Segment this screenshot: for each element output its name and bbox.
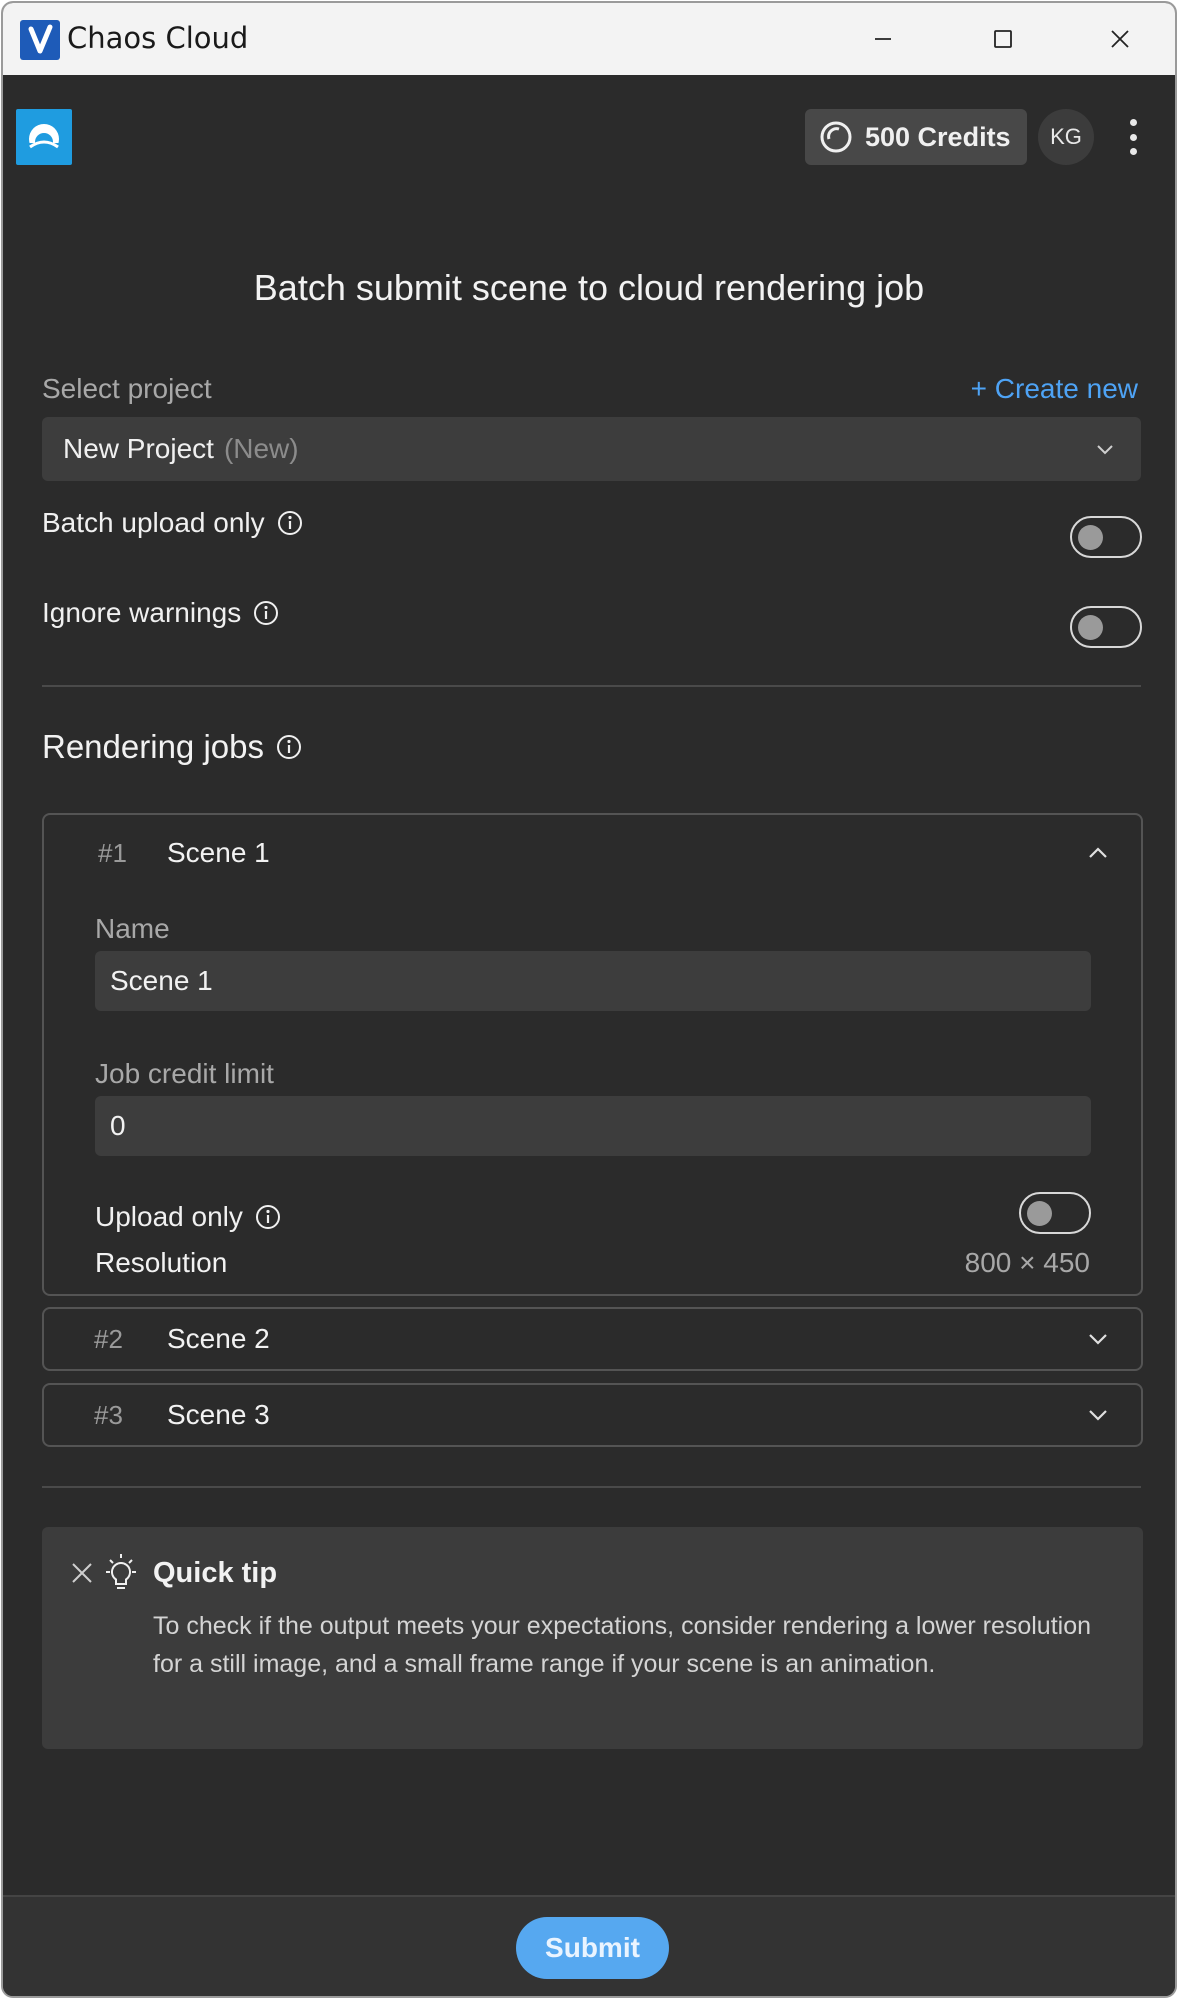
job-number: #2: [94, 1323, 123, 1354]
page-title: Batch submit scene to cloud rendering jo…: [253, 267, 925, 308]
select-project-label: Select project: [42, 373, 212, 404]
info-icon[interactable]: [277, 510, 303, 536]
main-content: 500 Credits KG Batch submit scene to clo…: [3, 75, 1175, 1996]
toggle-knob: [1027, 1201, 1052, 1226]
close-icon: [1111, 30, 1129, 48]
app-icon: [20, 20, 60, 60]
more-vertical-icon[interactable]: [1121, 115, 1145, 159]
maximize-button[interactable]: [975, 3, 1031, 75]
chaos-logo-icon[interactable]: [16, 109, 72, 165]
batch-upload-only-toggle[interactable]: [1070, 516, 1142, 558]
job-name: Scene 2: [167, 1323, 270, 1354]
job-name-input[interactable]: Scene 1: [95, 951, 1091, 1011]
resolution-label: Resolution: [95, 1247, 228, 1278]
quick-tip-panel: Quick tip To check if the output meets y…: [42, 1527, 1143, 1749]
project-selected-value: New Project: [63, 433, 214, 464]
chevron-down-icon[interactable]: [1085, 1402, 1111, 1428]
credits-badge[interactable]: 500 Credits: [805, 109, 1027, 165]
divider: [42, 1486, 1141, 1488]
info-icon[interactable]: [255, 1204, 281, 1230]
window-title: Chaos Cloud: [67, 21, 249, 55]
job-number: #3: [94, 1399, 123, 1430]
job-name: Scene 1: [167, 837, 270, 868]
batch-upload-only-row: Batch upload only: [42, 507, 303, 539]
close-icon[interactable]: [70, 1561, 94, 1585]
toggle-knob: [1078, 615, 1103, 640]
info-icon[interactable]: [253, 600, 279, 626]
rendering-jobs-title: Rendering jobs: [42, 728, 302, 766]
chevron-down-icon[interactable]: [1085, 1326, 1111, 1352]
ignore-warnings-label: Ignore warnings: [42, 597, 242, 628]
credits-icon: [820, 121, 852, 153]
job-panel-3[interactable]: #3 Scene 3: [42, 1383, 1143, 1447]
resolution-value: 800 × 450: [964, 1247, 1090, 1278]
batch-upload-only-label: Batch upload only: [42, 507, 265, 538]
info-icon[interactable]: [276, 734, 302, 760]
app-window: Chaos Cloud 500 Credits KG Batch submit …: [1, 1, 1177, 1998]
credits-label: 500 Credits: [865, 121, 1011, 152]
ignore-warnings-row: Ignore warnings: [42, 597, 279, 629]
title-bar: Chaos Cloud: [3, 3, 1175, 75]
job-number: #1: [98, 837, 127, 868]
job-header-1[interactable]: #1 Scene 1: [44, 823, 1141, 883]
job-panel-2[interactable]: #2 Scene 2: [42, 1307, 1143, 1371]
job-credit-limit-input[interactable]: 0: [95, 1096, 1091, 1156]
job-panel-1: #1 Scene 1 Name Scene 1 Job credit limit…: [42, 813, 1143, 1296]
minimize-icon: [875, 38, 891, 40]
upload-only-row: Upload only: [95, 1201, 281, 1233]
maximize-icon: [994, 30, 1012, 48]
toggle-knob: [1078, 525, 1103, 550]
job-header-3[interactable]: #3 Scene 3: [44, 1385, 1141, 1445]
job-name-label: Name: [95, 913, 170, 944]
avatar[interactable]: KG: [1038, 109, 1094, 165]
footer: Submit: [3, 1895, 1175, 1996]
rendering-jobs-label: Rendering jobs: [42, 728, 264, 765]
job-credit-limit-label: Job credit limit: [95, 1058, 274, 1089]
upload-only-label: Upload only: [95, 1201, 243, 1232]
upload-only-toggle[interactable]: [1019, 1192, 1091, 1234]
job-name: Scene 3: [167, 1399, 270, 1430]
submit-button[interactable]: Submit: [516, 1917, 669, 1979]
divider: [42, 685, 1141, 687]
minimize-button[interactable]: [855, 3, 911, 75]
chevron-down-icon: [1097, 445, 1113, 455]
project-new-tag: (New): [223, 433, 299, 464]
project-select[interactable]: New Project (New): [42, 417, 1141, 481]
chevron-up-icon[interactable]: [1085, 840, 1111, 866]
create-new-link[interactable]: + Create new: [971, 373, 1138, 405]
ignore-warnings-toggle[interactable]: [1070, 606, 1142, 648]
quick-tip-title: Quick tip: [153, 1557, 278, 1589]
quick-tip-text: To check if the output meets your expect…: [153, 1612, 1092, 1678]
job-header-2[interactable]: #2 Scene 2: [44, 1309, 1141, 1369]
lightbulb-icon: [106, 1554, 136, 1589]
close-window-button[interactable]: [1092, 3, 1148, 75]
